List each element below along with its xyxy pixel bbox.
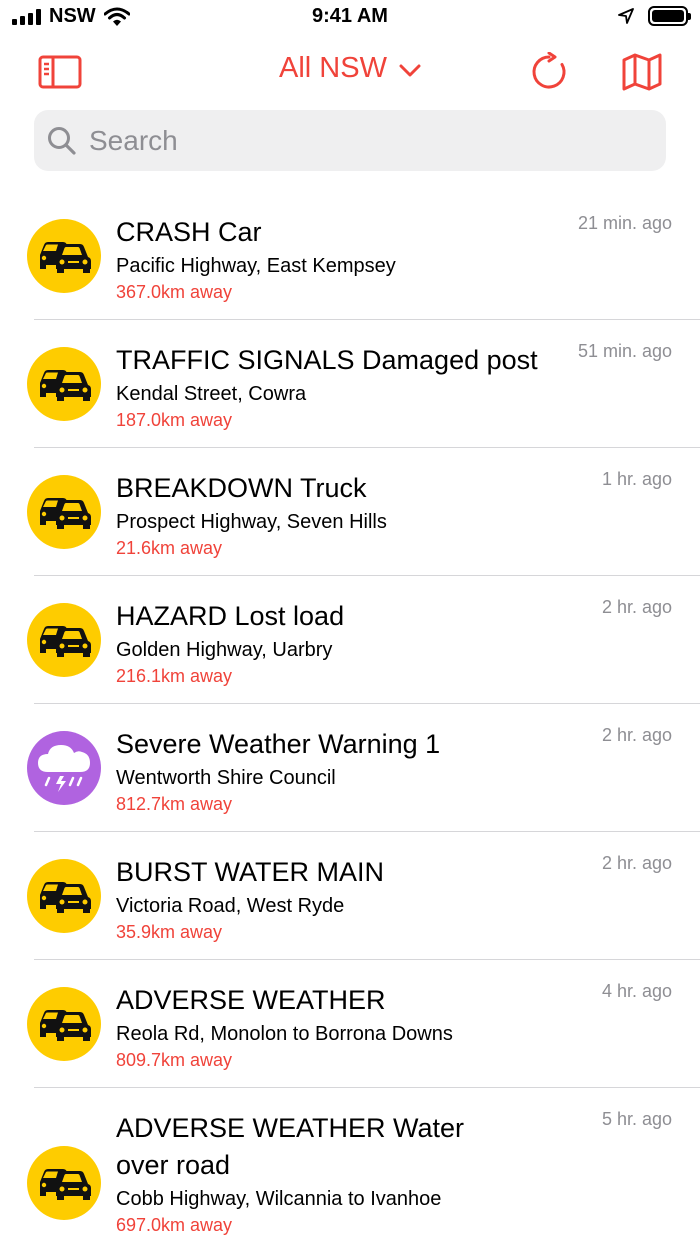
status-bar: NSW 9:41 AM <box>0 0 700 36</box>
incident-time: 1 hr. ago <box>601 469 672 489</box>
incident-text: HAZARD Lost load Golden Highway, Uarbry … <box>116 598 550 689</box>
incident-title: CRASH Car <box>116 217 262 247</box>
incident-title: ADVERSE WEATHER Water over road <box>116 1113 465 1180</box>
incident-time: 2 hr. ago <box>601 597 672 617</box>
search-input[interactable] <box>87 123 611 158</box>
incident-distance: 809.7km away <box>116 1050 233 1070</box>
incident-text: Severe Weather Warning 1 Wentworth Shire… <box>116 726 550 817</box>
list-item[interactable]: HAZARD Lost load Golden Highway, Uarbry … <box>0 576 700 704</box>
incident-distance: 812.7km away <box>116 794 233 814</box>
region-selector[interactable]: All NSW <box>0 52 700 86</box>
traffic-cars-icon <box>27 603 101 677</box>
incident-distance: 35.9km away <box>116 922 223 942</box>
incident-location: Prospect Highway, Seven Hills <box>116 511 387 533</box>
incident-text: BREAKDOWN Truck Prospect Highway, Seven … <box>116 470 550 561</box>
incident-location: Cobb Highway, Wilcannia to Ivanhoe <box>116 1188 442 1210</box>
nav-bar: All NSW <box>0 36 700 108</box>
list-item[interactable]: ADVERSE WEATHER Reola Rd, Monolon to Bor… <box>0 960 700 1088</box>
list-item[interactable]: TRAFFIC SIGNALS Damaged post Kendal Stre… <box>0 320 700 448</box>
incident-title: TRAFFIC SIGNALS Damaged post <box>116 345 538 375</box>
search-icon <box>48 126 76 155</box>
incident-time: 21 min. ago <box>577 213 672 233</box>
list-item[interactable]: ADVERSE WEATHER Water over road Cobb Hig… <box>0 1088 700 1244</box>
incident-text: ADVERSE WEATHER Reola Rd, Monolon to Bor… <box>116 982 580 1073</box>
list-item[interactable]: BURST WATER MAIN Victoria Road, West Ryd… <box>0 832 700 960</box>
map-button[interactable] <box>618 50 666 94</box>
incident-title: BURST WATER MAIN <box>116 857 385 887</box>
incident-list: CRASH Car Pacific Highway, East Kempsey … <box>0 192 700 1244</box>
traffic-cars-icon <box>27 859 101 933</box>
refresh-icon <box>532 52 566 89</box>
traffic-cars-icon <box>27 475 101 549</box>
incident-location: Pacific Highway, East Kempsey <box>116 255 396 277</box>
incident-distance: 21.6km away <box>116 538 223 558</box>
search-bar <box>34 110 666 171</box>
incident-text: CRASH Car Pacific Highway, East Kempsey … <box>116 214 550 305</box>
incident-distance: 367.0km away <box>116 282 233 302</box>
list-item[interactable]: Severe Weather Warning 1 Wentworth Shire… <box>0 704 700 832</box>
battery-icon <box>648 6 691 26</box>
screen: NSW 9:41 AM All NSW Search CRASH Car Pac… <box>0 0 700 1244</box>
traffic-cars-icon <box>27 219 101 293</box>
status-right <box>618 6 691 26</box>
incident-distance: 216.1km away <box>116 666 233 686</box>
incident-location: Reola Rd, Monolon to Borrona Downs <box>116 1023 453 1045</box>
incident-time: 51 min. ago <box>577 341 672 361</box>
incident-location: Golden Highway, Uarbry <box>116 639 333 661</box>
list-item[interactable]: BREAKDOWN Truck Prospect Highway, Seven … <box>0 448 700 576</box>
chevron-down-icon <box>399 53 421 86</box>
incident-time: 2 hr. ago <box>601 725 672 745</box>
incident-title: BREAKDOWN Truck <box>116 473 367 503</box>
incident-title: ADVERSE WEATHER <box>116 985 386 1015</box>
location-arrow-icon <box>618 8 634 24</box>
incident-location: Wentworth Shire Council <box>116 767 336 789</box>
incident-text: TRAFFIC SIGNALS Damaged post Kendal Stre… <box>116 342 560 433</box>
traffic-cars-icon <box>27 347 101 421</box>
incident-time: 4 hr. ago <box>601 981 672 1001</box>
incident-text: ADVERSE WEATHER Water over road Cobb Hig… <box>116 1110 470 1238</box>
incident-time: 2 hr. ago <box>601 853 672 873</box>
incident-title: Severe Weather Warning 1 <box>116 729 441 759</box>
incident-distance: 697.0km away <box>116 1215 233 1235</box>
map-icon <box>622 53 662 91</box>
incident-location: Kendal Street, Cowra <box>116 383 307 405</box>
incident-distance: 187.0km away <box>116 410 233 430</box>
refresh-button[interactable] <box>525 50 573 94</box>
incident-title: HAZARD Lost load <box>116 601 345 631</box>
region-title: All NSW <box>279 52 387 84</box>
traffic-cars-icon <box>27 987 101 1061</box>
incident-location: Victoria Road, West Ryde <box>116 895 345 917</box>
incident-time: 5 hr. ago <box>601 1109 672 1129</box>
storm-cloud-icon <box>27 731 101 805</box>
traffic-cars-icon <box>27 1146 101 1220</box>
list-item[interactable]: CRASH Car Pacific Highway, East Kempsey … <box>0 192 700 320</box>
incident-text: BURST WATER MAIN Victoria Road, West Ryd… <box>116 854 550 945</box>
status-time: 9:41 AM <box>312 5 388 27</box>
